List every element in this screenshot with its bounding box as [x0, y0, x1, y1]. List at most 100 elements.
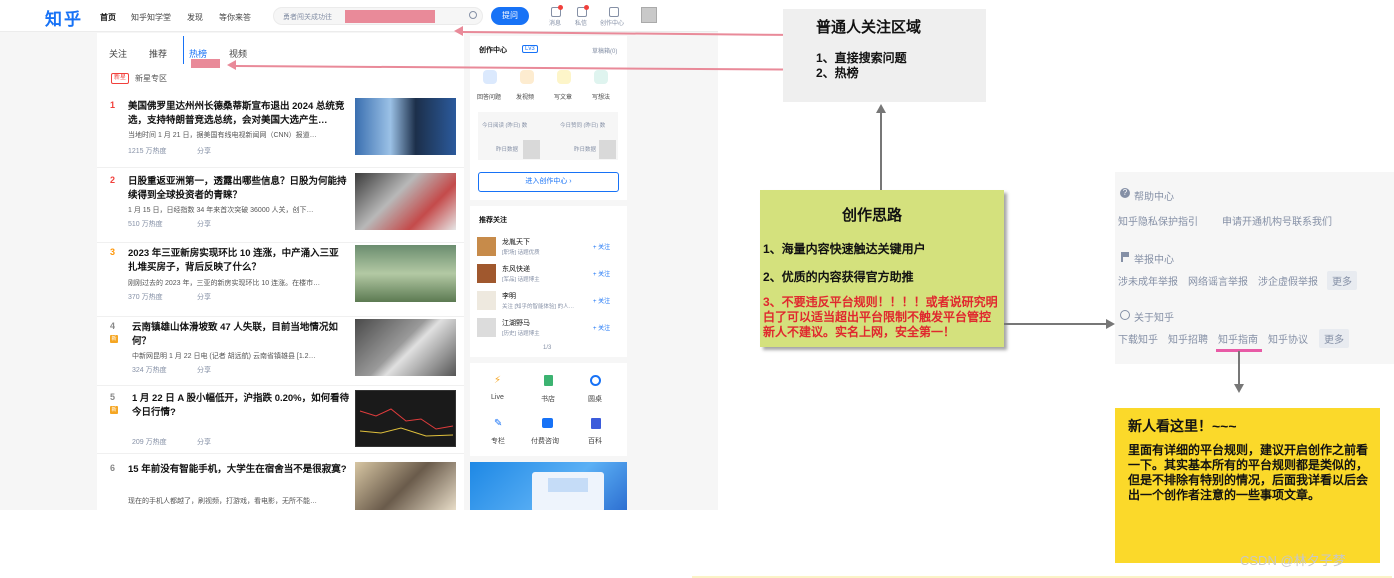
report-link[interactable]: 网络谣言举报 [1188, 273, 1248, 288]
creator-label[interactable]: 创作中心 [600, 18, 624, 27]
person-name[interactable]: 东风快递 [502, 264, 530, 274]
item-share[interactable]: 分享 [197, 146, 211, 156]
item-thumbnail[interactable] [355, 98, 456, 155]
action-idea[interactable]: 写想法 [592, 92, 610, 101]
creator-icon[interactable] [609, 7, 619, 17]
about-link[interactable]: 知乎招聘 [1168, 331, 1208, 346]
quick-roundtable[interactable]: 圆桌 [588, 394, 602, 404]
arrow-right-line [1004, 323, 1107, 325]
action-article[interactable]: 写文章 [554, 92, 572, 101]
avatar[interactable] [641, 7, 657, 23]
box3-title: 新人看这里！~~~ [1128, 418, 1237, 434]
report-center-title[interactable]: 举报中心 [1134, 251, 1174, 266]
item-title[interactable]: 1 月 22 日 A 股小幅低开，沪指跌 0.20%，如何看待今日行情? [132, 392, 352, 420]
hot-zone[interactable]: 新星专区 [135, 73, 167, 84]
avatar[interactable] [477, 237, 496, 256]
item-share[interactable]: 分享 [197, 292, 211, 302]
item-share[interactable]: 分享 [197, 365, 211, 375]
item-share[interactable]: 分享 [197, 219, 211, 229]
search-icon[interactable] [469, 11, 477, 19]
quick-bookstore[interactable]: 书店 [541, 394, 555, 404]
avatar[interactable] [477, 264, 496, 283]
creator-title[interactable]: 创作中心 [479, 45, 507, 55]
avatar[interactable] [477, 318, 496, 337]
more-button[interactable]: 更多 [1319, 329, 1349, 348]
enter-creator-button[interactable]: 进入创作中心 › [478, 172, 619, 192]
item-title[interactable]: 日股重返亚洲第一，透露出哪些信息？日股为何能持续得到全球投资者的青睐？ [128, 175, 348, 203]
live-icon[interactable]: ⚡ [494, 375, 501, 386]
nav-home[interactable]: 首页 [100, 12, 116, 23]
tab-recommend[interactable]: 推荐 [149, 47, 167, 60]
report-link[interactable]: 涉未成年举报 [1118, 273, 1178, 288]
answer-icon[interactable] [483, 70, 497, 84]
list-item[interactable]: 2 日股重返亚洲第一，透露出哪些信息？日股为何能持续得到全球投资者的青睐？ 1 … [97, 173, 464, 243]
arrow-down-line [1238, 351, 1240, 385]
follow-button[interactable]: + 关注 [593, 269, 610, 278]
about-link[interactable]: 知乎协议 [1268, 331, 1308, 346]
about-link-guide[interactable]: 知乎指南 [1218, 331, 1258, 346]
wiki-icon[interactable] [591, 418, 601, 429]
pager[interactable]: 1/3 [543, 345, 551, 351]
item-title[interactable]: 2023 年三亚新房实现环比 10 连涨，中产涌入三亚扎堆买房子，背后反映了什么… [128, 247, 348, 275]
quick-wiki[interactable]: 百科 [588, 436, 602, 446]
about-title[interactable]: 关于知乎 [1134, 309, 1174, 324]
item-title[interactable]: 云南镇雄山体滑坡致 47 人失联，目前当地情况如何？ [132, 321, 352, 349]
item-thumbnail[interactable] [355, 173, 456, 230]
item-thumbnail[interactable] [355, 390, 456, 447]
tab-follow[interactable]: 关注 [109, 47, 127, 60]
idea-icon[interactable] [594, 70, 608, 84]
list-item[interactable]: 5 新 1 月 22 日 A 股小幅低开，沪指跌 0.20%，如何看待今日行情?… [97, 390, 464, 454]
item-share[interactable]: 分享 [197, 437, 211, 447]
follow-button[interactable]: + 关注 [593, 323, 610, 332]
box1-title: 普通人关注区域 [816, 19, 922, 36]
about-link[interactable]: 下载知乎 [1118, 331, 1158, 346]
action-answer[interactable]: 回答问题 [477, 92, 501, 101]
more-button[interactable]: 更多 [1327, 271, 1357, 290]
nav-academy[interactable]: 知乎知学堂 [131, 12, 171, 23]
avatar[interactable] [477, 291, 496, 310]
list-item[interactable]: 6 15 年前没有智能手机，大学生在宿舍当不是很寂寞? 现在的手机人都越了，刷视… [97, 461, 464, 510]
zhihu-logo[interactable]: 知乎 [45, 5, 83, 30]
column-icon[interactable]: ✎ [494, 418, 502, 429]
hot-tag: 新星 [111, 73, 130, 84]
quick-live[interactable]: Live [491, 394, 504, 401]
follow-button[interactable]: + 关注 [593, 296, 610, 305]
roundtable-icon[interactable] [590, 375, 601, 386]
list-item[interactable]: 4 新 云南镇雄山体滑坡致 47 人失联，目前当地情况如何？ 中新网昆明 1 月… [97, 319, 464, 386]
article-icon[interactable] [557, 70, 571, 84]
nav-discover[interactable]: 发现 [187, 12, 203, 23]
item-thumbnail[interactable] [355, 245, 456, 302]
ask-button[interactable]: 提问 [491, 7, 529, 25]
item-title[interactable]: 15 年前没有智能手机，大学生在宿舍当不是很寂寞? [128, 463, 348, 477]
bookstore-icon[interactable] [544, 375, 553, 386]
stat-label: 今日赞同 (昨日) 数 [560, 123, 606, 129]
item-title[interactable]: 美国佛罗里达州州长德桑蒂斯宣布退出 2024 总统竞选，支持特朗普竞选总统，会对… [128, 100, 348, 128]
follow-button[interactable]: + 关注 [593, 242, 610, 251]
action-video[interactable]: 发视频 [516, 92, 534, 101]
ad-banner[interactable] [470, 462, 627, 510]
arrow-right-head [1106, 319, 1115, 329]
dm-label[interactable]: 私信 [575, 18, 587, 27]
help-link[interactable]: 联系我们 [1292, 213, 1332, 228]
item-thumbnail[interactable] [355, 319, 456, 376]
person-name[interactable]: 龙胤天下 [502, 237, 530, 247]
person-name[interactable]: 李明 [502, 291, 516, 301]
list-item[interactable]: 3 2023 年三亚新房实现环比 10 连涨，中产涌入三亚扎堆买房子，背后反映了… [97, 245, 464, 317]
mail-dot [584, 5, 589, 10]
quick-column[interactable]: 专栏 [491, 436, 505, 446]
report-link[interactable]: 涉企虚假举报 [1258, 273, 1318, 288]
nav-answer[interactable]: 等你来答 [219, 12, 251, 23]
person-name[interactable]: 江湖野马 [502, 318, 530, 328]
consult-icon[interactable] [542, 418, 553, 428]
item-thumbnail[interactable] [355, 462, 456, 510]
search-input[interactable]: 勇者闯关成功往 [273, 7, 483, 25]
video-icon[interactable] [520, 70, 534, 84]
messages-label[interactable]: 消息 [549, 18, 561, 27]
help-link[interactable]: 申请开通机构号 [1222, 213, 1292, 228]
help-link[interactable]: 知乎隐私保护指引 [1118, 213, 1198, 228]
help-center-title[interactable]: 帮助中心 [1134, 188, 1174, 203]
drafts-link[interactable]: 草稿箱(0) [592, 46, 617, 55]
list-item[interactable]: 1 美国佛罗里达州州长德桑蒂斯宣布退出 2024 总统竞选，支持特朗普竞选总统，… [97, 98, 464, 168]
quick-consult[interactable]: 付费咨询 [531, 436, 559, 446]
tab-video[interactable]: 视频 [229, 47, 247, 60]
